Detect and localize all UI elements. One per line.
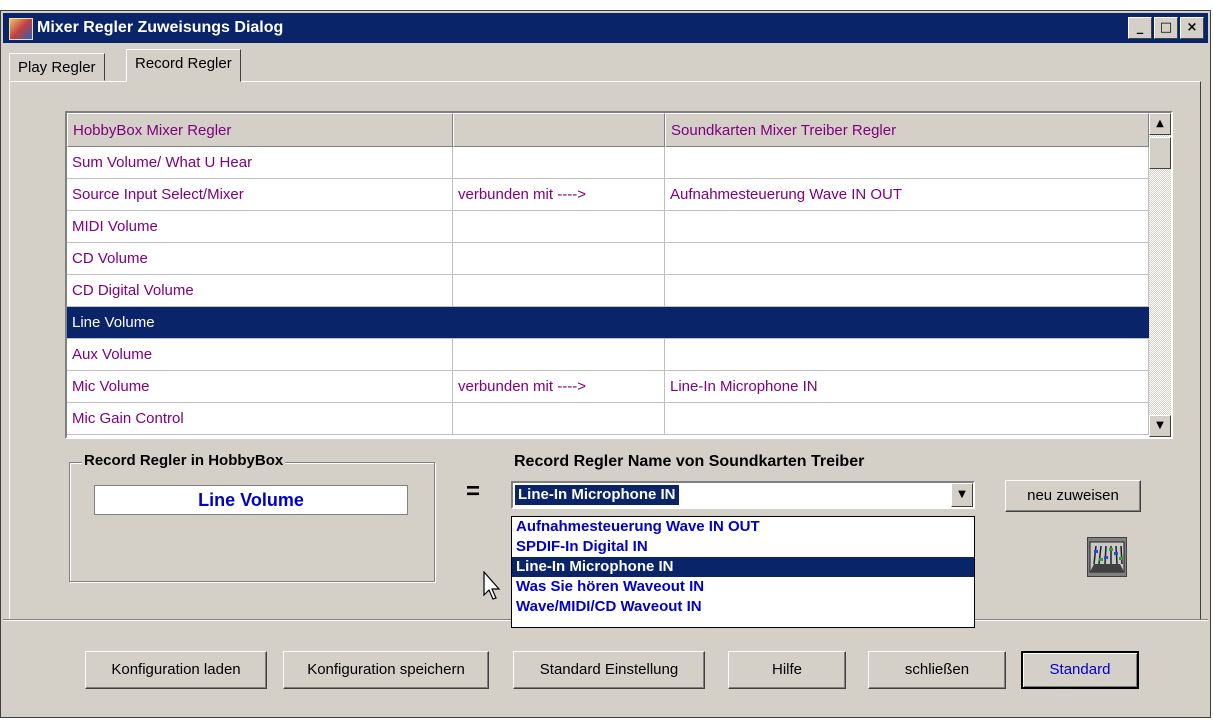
link-cell[interactable] [453,275,665,306]
dropdown-option[interactable]: Wave/MIDI/CD Waveout IN [512,597,974,617]
mouse-pointer-icon [483,571,501,600]
tab-play-regler[interactable]: Play Regler [9,53,105,81]
hobbybox-regler-cell[interactable]: Mic Gain Control [67,403,453,434]
soundcard-regler-cell[interactable]: Line-In Microphone IN [665,371,1149,402]
table-row[interactable]: Aux Volume [67,339,1149,371]
column-header-link[interactable] [453,113,665,147]
link-cell[interactable]: verbunden mit ----> [453,179,665,210]
hobbybox-group-label: Record Regler in HobbyBox [82,452,286,469]
soundcard-regler-select[interactable]: Line-In Microphone IN ▼ [511,481,975,509]
chevron-down-icon[interactable]: ▼ [951,483,973,507]
dropdown-option[interactable]: Aufnahmesteuerung Wave IN OUT [512,517,974,537]
column-header-hobbybox[interactable]: HobbyBox Mixer Regler [67,113,453,147]
minimize-button[interactable]: _ [1128,17,1152,39]
load-config-button[interactable]: Konfiguration laden [85,651,267,689]
help-button[interactable]: Hilfe [728,651,846,689]
link-cell[interactable]: verbunden mit ----> [453,371,665,402]
table-row[interactable]: CD Volume [67,243,1149,275]
default-settings-button[interactable]: Standard Einstellung [513,651,705,689]
table-row[interactable]: CD Digital Volume [67,275,1149,307]
hobbybox-regler-cell[interactable]: MIDI Volume [67,211,453,242]
soundcard-regler-cell[interactable] [665,275,1149,306]
standard-button[interactable]: Standard [1021,651,1139,689]
save-config-button[interactable]: Konfiguration speichern [283,651,489,689]
hobbybox-regler-cell[interactable]: Aux Volume [67,339,453,370]
window-title: Mixer Regler Zuweisungs Dialog [37,19,284,36]
scroll-down-icon[interactable]: ▼ [1149,415,1171,437]
reassign-button[interactable]: neu zuweisen [1005,480,1141,512]
link-cell[interactable] [453,243,665,274]
hobbybox-regler-cell[interactable]: Line Volume [67,307,453,338]
hobbybox-regler-cell[interactable]: CD Digital Volume [67,275,453,306]
close-window-button[interactable]: × [1180,17,1204,39]
soundcard-regler-cell[interactable] [665,243,1149,274]
dropdown-option[interactable]: SPDIF-In Digital IN [512,537,974,557]
link-cell[interactable] [453,403,665,434]
hobbybox-regler-cell[interactable]: Mic Volume [67,371,453,402]
table-row[interactable]: MIDI Volume [67,211,1149,243]
table-row[interactable]: Sum Volume/ What U Hear [67,147,1149,179]
maximize-button[interactable]: □ [1154,17,1178,39]
soundcard-selected-value: Line-In Microphone IN [514,484,680,506]
mixer-console-icon[interactable] [1087,537,1127,577]
column-header-soundcard[interactable]: Soundkarten Mixer Treiber Regler [665,113,1149,147]
title-bar[interactable]: Mixer Regler Zuweisungs Dialog _ □ × [3,13,1208,43]
hobbybox-regler-field: Line Volume [94,485,408,515]
scroll-thumb[interactable] [1149,137,1171,169]
table-row[interactable]: Line Volume [67,307,1149,339]
equals-sign: = [466,478,481,505]
link-cell[interactable] [453,339,665,370]
grid-vertical-scrollbar[interactable]: ▲ ▼ [1149,113,1171,437]
mixer-app-icon [9,18,33,40]
hobbybox-regler-group: Record Regler in HobbyBox Line Volume [69,452,435,582]
link-cell[interactable] [453,307,665,338]
dropdown-option[interactable]: Line-In Microphone IN [512,557,974,577]
soundcard-regler-cell[interactable]: Aufnahmesteuerung Wave IN OUT [665,179,1149,210]
dropdown-option[interactable]: Was Sie hören Waveout IN [512,577,974,597]
hobbybox-regler-cell[interactable]: Source Input Select/Mixer [67,179,453,210]
hobbybox-regler-cell[interactable]: CD Volume [67,243,453,274]
soundcard-regler-cell[interactable] [665,403,1149,434]
soundcard-regler-cell[interactable] [665,339,1149,370]
soundcard-regler-cell[interactable] [665,147,1149,178]
mixer-assignment-grid: HobbyBox Mixer Regler Soundkarten Mixer … [65,111,1173,439]
table-row[interactable]: Mic Gain Control [67,403,1149,435]
soundcard-regler-cell[interactable] [665,307,1149,338]
soundcard-dropdown-list: Aufnahmesteuerung Wave IN OUT SPDIF-In Di… [511,516,975,628]
link-cell[interactable] [453,211,665,242]
hobbybox-regler-cell[interactable]: Sum Volume/ What U Hear [67,147,453,178]
grid-header-row: HobbyBox Mixer Regler Soundkarten Mixer … [67,113,1149,147]
scroll-up-icon[interactable]: ▲ [1149,113,1171,135]
table-row[interactable]: Mic Volume verbunden mit ----> Line-In Mic… [67,371,1149,403]
close-button[interactable]: schließen [868,651,1006,689]
soundcard-regler-label: Record Regler Name von Soundkarten Treib… [514,453,865,470]
link-cell[interactable] [453,147,665,178]
soundcard-regler-cell[interactable] [665,211,1149,242]
mixer-dialog-window: Mixer Regler Zuweisungs Dialog _ □ × Pla… [0,10,1211,718]
tab-record-regler[interactable]: Record Regler [126,49,241,82]
table-row[interactable]: Source Input Select/Mixer verbunden mit -… [67,179,1149,211]
